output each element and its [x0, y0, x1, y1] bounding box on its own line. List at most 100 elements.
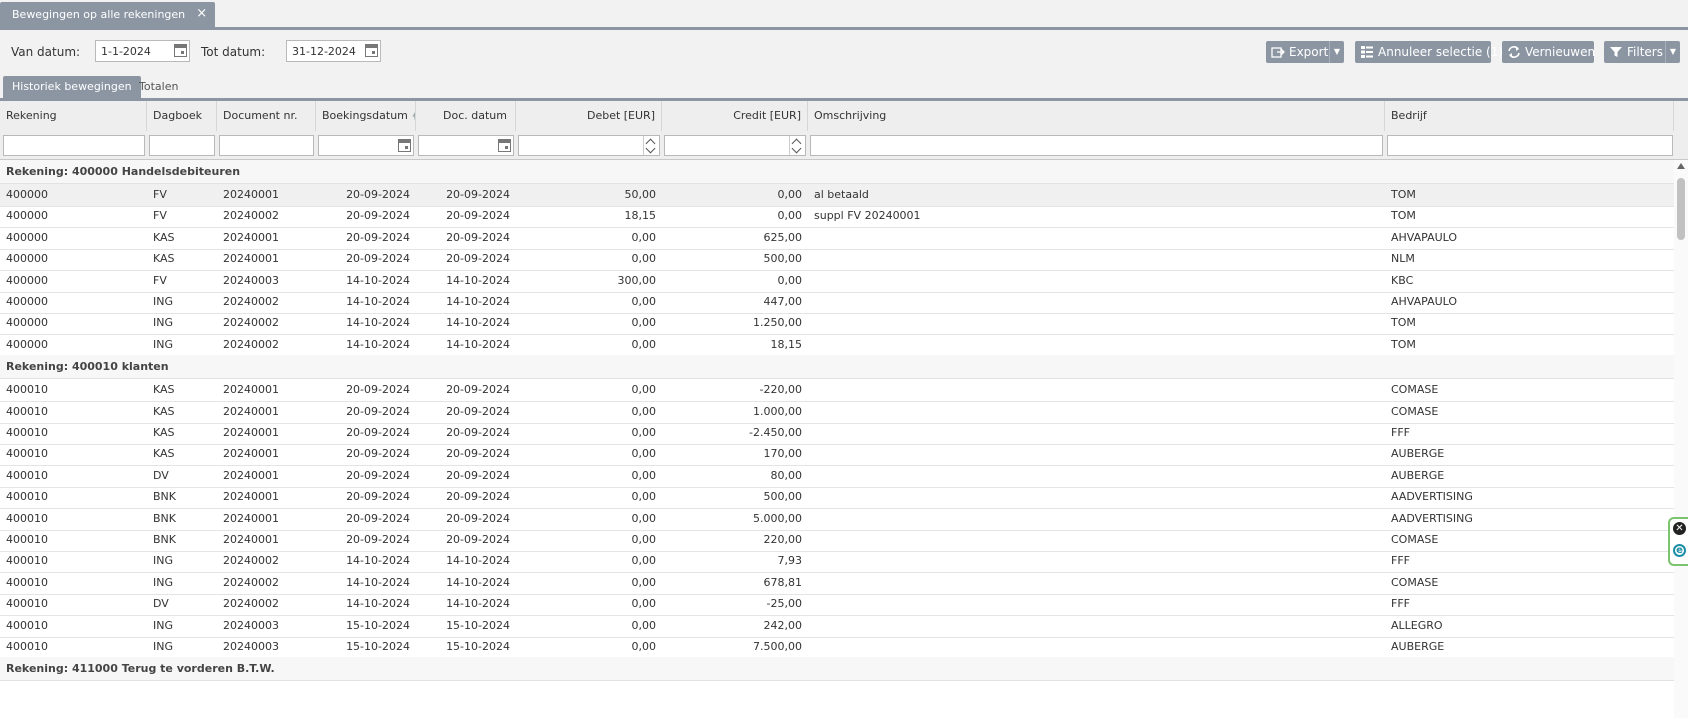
filter-omschrijving[interactable] — [810, 135, 1386, 157]
table-row[interactable]: 400010 ING 20240002 14-10-2024 14-10-2024 0,0… — [0, 550, 1674, 574]
column-header-dagboek[interactable]: Dagboek — [147, 101, 217, 131]
table-row[interactable]: 400010 BNK 20240001 20-09-2024 20-09-2024 0,0… — [0, 508, 1674, 531]
cell-debet: 0,00 — [631, 490, 657, 504]
cell-omschrijving — [808, 401, 1385, 423]
chevron-down-icon[interactable]: ▼ — [1329, 41, 1344, 63]
filter-input[interactable] — [1388, 136, 1676, 157]
column-header-boekingsdatum[interactable]: Boekingsdatum🠝 — [316, 101, 416, 131]
van-datum-field[interactable] — [95, 40, 190, 62]
filter-input[interactable] — [4, 136, 148, 157]
cell-boekingsdatum: 14-10-2024 — [346, 273, 410, 287]
table-row[interactable]: 400010 DV 20240001 20-09-2024 20-09-2024 0,00… — [0, 465, 1674, 488]
cell-rekening: 400010 — [6, 640, 48, 653]
cell-document-nr: 20240001 — [223, 404, 279, 418]
chevron-down-icon[interactable]: ▼ — [1665, 41, 1680, 63]
tot-datum-field[interactable] — [286, 40, 381, 62]
spinner-icon[interactable] — [789, 136, 804, 155]
cell-dagboek: FV — [153, 188, 167, 201]
filter-boekingsdatum[interactable] — [318, 135, 417, 157]
van-datum-input[interactable] — [96, 41, 171, 61]
column-header-bedrijf[interactable]: Bedrijf — [1385, 101, 1674, 131]
cell-document-nr: 20240003 — [223, 273, 279, 287]
cell-bedrijf: AADVERTISING — [1391, 511, 1473, 525]
group-header[interactable]: Rekening: 400010 klanten — [0, 355, 1674, 380]
table-row[interactable]: 400000 KAS 20240001 20-09-2024 20-09-2024 0,0… — [0, 248, 1674, 272]
cell-doc-datum: 20-09-2024 — [446, 383, 510, 397]
table-row[interactable]: 400000 FV 20240002 20-09-2024 20-09-2024 18,1… — [0, 205, 1674, 229]
column-header-doc-datum[interactable]: Doc. datum — [416, 101, 516, 131]
table-row[interactable]: 400010 BNK 20240001 20-09-2024 20-09-2024 0,0… — [0, 486, 1674, 510]
cell-bedrijf: ALLEGRO — [1391, 618, 1443, 632]
close-icon[interactable]: ✕ — [1673, 522, 1686, 535]
cell-document-nr: 20240002 — [223, 209, 279, 223]
cell-doc-datum: 20-09-2024 — [446, 511, 510, 525]
filter-credit[interactable] — [664, 135, 809, 157]
table-row[interactable]: 400000 FV 20240001 20-09-2024 20-09-2024 50,0… — [0, 184, 1674, 207]
filter-dagboek[interactable] — [149, 135, 218, 157]
group-header[interactable]: Rekening: 411000 Terug te vorderen B.T.W… — [0, 657, 1674, 682]
e-icon[interactable]: e — [1673, 544, 1686, 557]
close-icon[interactable]: × — [196, 1, 207, 26]
column-header-credit[interactable]: Credit [EUR] — [662, 101, 808, 131]
table-row[interactable]: 400010 KAS 20240001 20-09-2024 20-09-2024 0,0… — [0, 379, 1674, 403]
column-header-rekening[interactable]: Rekening — [0, 101, 147, 131]
vernieuwen-button[interactable]: Vernieuwen — [1502, 41, 1595, 63]
table-row[interactable]: 400000 ING 20240002 14-10-2024 14-10-2024 0,0… — [0, 291, 1674, 314]
table-row[interactable]: 400010 BNK 20240001 20-09-2024 20-09-2024 0,0… — [0, 529, 1674, 552]
annuleer-selectie-button[interactable]: Annuleer selectie (1) — [1355, 41, 1503, 63]
cell-document-nr: 20240001 — [223, 383, 279, 397]
cell-credit: 170,00 — [763, 447, 803, 461]
filter-input[interactable] — [665, 136, 809, 157]
cell-boekingsdatum: 20-09-2024 — [346, 209, 410, 223]
cell-boekingsdatum: 20-09-2024 — [346, 511, 410, 525]
filter-doc-datum[interactable] — [418, 135, 517, 157]
table-row[interactable]: 400000 ING 20240002 14-10-2024 14-10-2024 0,0… — [0, 312, 1674, 336]
tab-totalen[interactable]: Totalen — [130, 76, 187, 98]
filter-input[interactable] — [519, 136, 663, 157]
table-row[interactable]: 400010 ING 20240003 15-10-2024 15-10-2024 0,0… — [0, 636, 1674, 659]
filter-input[interactable] — [150, 136, 218, 157]
export-button[interactable]: Export ▼ — [1266, 41, 1344, 63]
tab-historiek-bewegingen[interactable]: Historiek bewegingen — [3, 76, 141, 98]
cell-debet: 0,00 — [631, 426, 657, 439]
column-header-omschrijving[interactable]: Omschrijving — [808, 101, 1385, 131]
column-header-label: Doc. datum — [443, 109, 507, 122]
table-row[interactable]: 400010 KAS 20240001 20-09-2024 20-09-2024 0,0… — [0, 422, 1674, 445]
filter-input[interactable] — [220, 136, 317, 157]
filter-rekening[interactable] — [3, 135, 148, 157]
cell-dagboek: BNK — [153, 511, 176, 525]
table-row[interactable]: 400010 KAS 20240001 20-09-2024 20-09-2024 0,0… — [0, 443, 1674, 467]
scroll-up-icon[interactable] — [1677, 163, 1685, 169]
group-header[interactable]: Rekening: 400000 Handelsdebiteuren — [0, 160, 1674, 184]
filters-button[interactable]: Filters ▼ — [1604, 41, 1680, 63]
column-header-document-nr[interactable]: Document nr. — [217, 101, 316, 131]
side-widget[interactable]: ✕ e — [1668, 517, 1688, 566]
document-tab[interactable]: Bewegingen op alle rekeningen × — [0, 1, 216, 27]
table-row[interactable]: 400000 ING 20240002 14-10-2024 14-10-2024 0,0… — [0, 334, 1674, 357]
calendar-icon[interactable] — [498, 139, 511, 152]
vertical-scrollbar[interactable] — [1674, 160, 1688, 718]
filter-input[interactable] — [811, 136, 1386, 157]
cell-boekingsdatum: 15-10-2024 — [346, 640, 410, 653]
tot-datum-input[interactable] — [287, 41, 362, 61]
refresh-icon — [1508, 46, 1520, 58]
cell-credit: 447,00 — [763, 295, 803, 308]
export-label: Export — [1289, 45, 1329, 59]
filter-document-nr[interactable] — [219, 135, 317, 157]
calendar-icon[interactable] — [365, 44, 378, 57]
cell-document-nr: 20240001 — [223, 426, 279, 439]
table-row[interactable]: 400010 ING 20240003 15-10-2024 15-10-2024 0,0… — [0, 615, 1674, 638]
table-row[interactable]: 400010 ING 20240002 14-10-2024 14-10-2024 0,0… — [0, 572, 1674, 595]
table-row[interactable]: 400010 DV 20240002 14-10-2024 14-10-2024 0,00… — [0, 593, 1674, 617]
filter-debet[interactable] — [518, 135, 663, 157]
spinner-icon[interactable] — [643, 136, 658, 155]
table-row[interactable]: 400000 KAS 20240001 20-09-2024 20-09-2024 0,0… — [0, 227, 1674, 250]
calendar-icon[interactable] — [398, 139, 411, 152]
table-row[interactable]: 400000 FV 20240003 14-10-2024 14-10-2024 300,… — [0, 270, 1674, 293]
table-row[interactable]: 400010 KAS 20240001 20-09-2024 20-09-2024 0,0… — [0, 401, 1674, 424]
scrollbar-thumb[interactable] — [1677, 178, 1685, 240]
column-header-debet[interactable]: Debet [EUR] — [516, 101, 662, 131]
filter-bedrijf[interactable] — [1387, 135, 1676, 157]
calendar-icon[interactable] — [174, 44, 187, 57]
cell-debet: 0,00 — [631, 640, 657, 653]
